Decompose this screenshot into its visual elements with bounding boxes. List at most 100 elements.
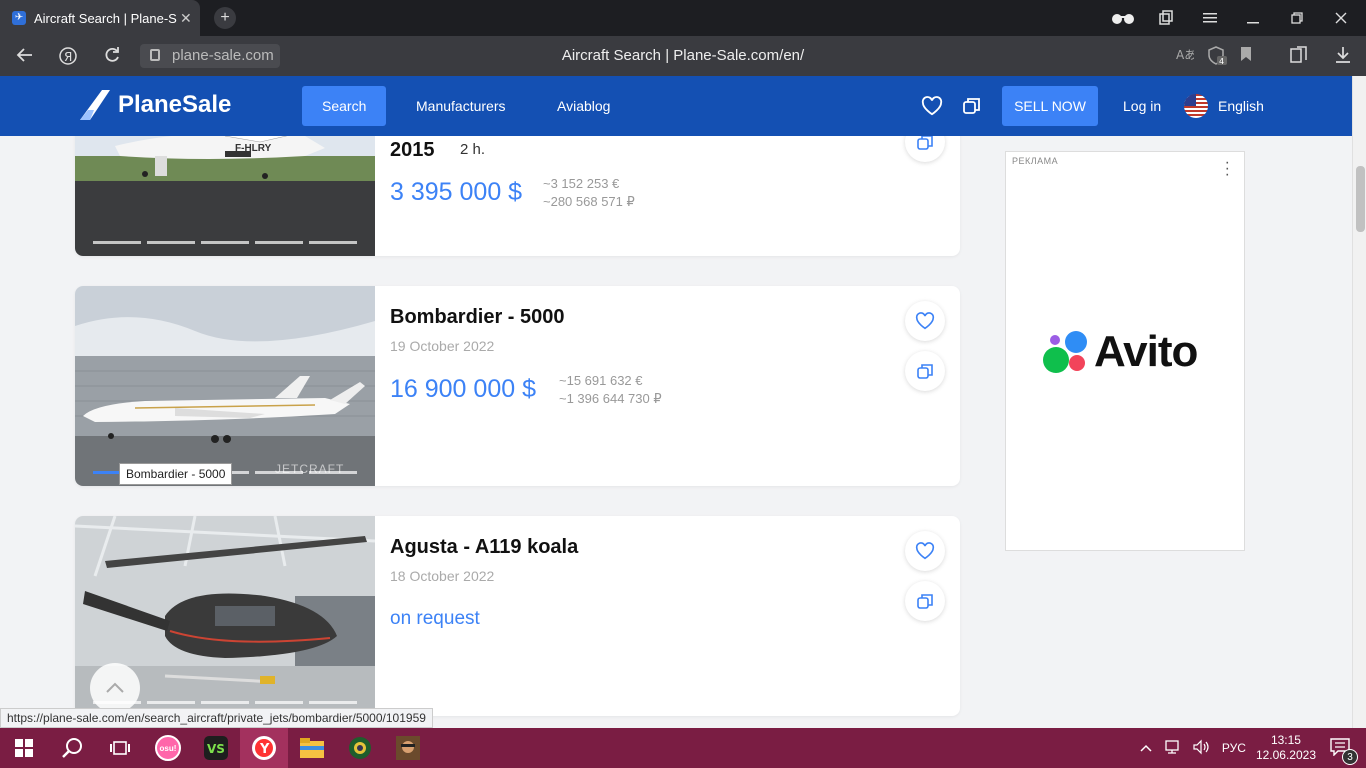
price-rub: ~280 568 571 ₽ xyxy=(543,194,635,209)
tray-chevron-up-icon[interactable] xyxy=(1140,741,1152,755)
listing-photo[interactable]: JETCRAFT xyxy=(75,286,375,486)
ad-label: РЕКЛАМА xyxy=(1012,156,1059,166)
price-eur: ~15 691 632 € xyxy=(559,373,643,388)
price-rub: ~1 396 644 730 ₽ xyxy=(559,391,662,406)
ad-menu-icon[interactable]: · · · xyxy=(1225,155,1230,183)
compare-button[interactable] xyxy=(905,581,945,621)
restore-icon[interactable] xyxy=(1291,0,1303,36)
clock-time: 13:15 xyxy=(1270,733,1301,747)
listing-title[interactable]: Agusta - A119 koala xyxy=(390,536,578,559)
listing-price: 16 900 000 $ xyxy=(390,375,536,403)
search-icon[interactable] xyxy=(48,728,96,768)
translate-icon[interactable]: Aあ xyxy=(1176,46,1196,67)
windows-start-icon[interactable] xyxy=(0,728,48,768)
task-view-icon[interactable] xyxy=(96,728,144,768)
browser-tabbar: ✈ Aircraft Search | Plane-S ✕ + xyxy=(0,0,1366,36)
compare-icon xyxy=(917,136,933,150)
nav-search[interactable]: Search xyxy=(302,86,387,126)
volume-icon[interactable] xyxy=(1192,739,1210,758)
browser-tab[interactable]: ✈ Aircraft Search | Plane-S ✕ xyxy=(0,0,200,36)
favorite-button[interactable] xyxy=(905,301,945,341)
svg-text:4: 4 xyxy=(1219,57,1224,66)
bookmark-icon[interactable] xyxy=(1240,46,1252,67)
nav-aviablog[interactable]: Aviablog xyxy=(537,86,630,126)
planesale-logo-icon xyxy=(80,90,110,120)
avito-logo: Avito xyxy=(1042,327,1198,377)
search-results: F-HLRY 2015 2 h. 3 395 000 $ ~3 152 253 … xyxy=(0,136,1352,728)
address-bar: Я plane-sale.com Aircraft Search | Plane… xyxy=(0,36,1366,76)
planesale-favicon-icon: ✈ xyxy=(12,11,26,25)
osu-label: osu! xyxy=(155,735,181,761)
listing-card[interactable]: Agusta - A119 koala 18 October 2022 on r… xyxy=(75,516,960,716)
listing-hours: 2 h. xyxy=(460,141,486,158)
taskbar: osu! VS Y РУС 13:15 12.06.2023 3 xyxy=(0,728,1366,768)
logo-text: PlaneSale xyxy=(118,91,232,118)
listing-body: Bombardier - 5000 19 October 2022 16 900… xyxy=(390,286,960,486)
close-window-icon[interactable] xyxy=(1335,0,1347,36)
scrollbar-thumb[interactable] xyxy=(1356,166,1365,232)
photo-pager[interactable] xyxy=(93,241,357,244)
listing-card[interactable]: F-HLRY 2015 2 h. 3 395 000 $ ~3 152 253 … xyxy=(75,136,960,256)
listing-title[interactable]: Bombardier - 5000 xyxy=(390,306,565,329)
listing-photo[interactable]: F-HLRY xyxy=(75,136,375,256)
listing-body: 2015 2 h. 3 395 000 $ ~3 152 253 € ~280 … xyxy=(390,136,960,256)
yandex-browser-taskbar-icon[interactable]: Y xyxy=(240,728,288,768)
listing-card[interactable]: JETCRAFT Bombardier - 5000 19 October 20… xyxy=(75,286,960,486)
login-link[interactable]: Log in xyxy=(1103,86,1181,126)
favorites-heart-icon[interactable] xyxy=(921,96,943,121)
chevron-up-icon xyxy=(106,682,124,693)
system-tray: РУС 13:15 12.06.2023 3 xyxy=(1140,728,1366,768)
game-app-icon[interactable] xyxy=(384,728,432,768)
scroll-to-top-button[interactable] xyxy=(90,663,140,713)
listing-date: 19 October 2022 xyxy=(390,338,495,354)
title-tooltip: Bombardier - 5000 xyxy=(119,463,233,485)
game-launcher-icon[interactable] xyxy=(336,728,384,768)
page-title: Aircraft Search | Plane-Sale.com/en/ xyxy=(561,47,805,64)
collections-icon[interactable] xyxy=(1158,0,1174,36)
menu-icon[interactable] xyxy=(1203,0,1217,36)
notification-count: 3 xyxy=(1342,748,1358,765)
input-language[interactable]: РУС xyxy=(1222,741,1246,755)
heart-icon xyxy=(915,312,935,330)
network-icon[interactable] xyxy=(1164,739,1182,758)
language-label: English xyxy=(1218,98,1264,114)
protect-shield-icon[interactable]: 4 xyxy=(1207,46,1227,71)
vk-app-icon[interactable]: VS xyxy=(192,728,240,768)
svg-text:Y: Y xyxy=(259,742,270,757)
tab-close-icon[interactable]: ✕ xyxy=(180,10,200,27)
listing-price-converted: ~15 691 632 € ~1 396 644 730 ₽ xyxy=(559,372,662,408)
page-scrollbar[interactable] xyxy=(1352,76,1366,728)
minimize-icon[interactable] xyxy=(1247,0,1259,36)
ad-banner[interactable]: РЕКЛАМА · · · Avito xyxy=(1005,151,1245,551)
clock[interactable]: 13:15 12.06.2023 xyxy=(1256,733,1316,763)
osu-app-icon[interactable]: osu! xyxy=(144,728,192,768)
new-tab-button[interactable]: + xyxy=(214,7,236,29)
avito-wordmark: Avito xyxy=(1094,327,1198,376)
compare-icon xyxy=(917,594,933,609)
language-selector[interactable]: English xyxy=(1184,94,1264,118)
tail-number: F-HLRY xyxy=(235,143,272,154)
listing-date: 18 October 2022 xyxy=(390,568,495,584)
status-bar-url: https://plane-sale.com/en/search_aircraf… xyxy=(0,708,433,728)
listing-year: 2015 xyxy=(390,139,435,161)
notifications-icon[interactable]: 3 xyxy=(1330,737,1358,765)
site-header: PlaneSale Search Manufacturers Aviablog … xyxy=(0,76,1352,136)
listing-price-converted: ~3 152 253 € ~280 568 571 ₽ xyxy=(543,175,635,211)
reader-glasses-icon[interactable] xyxy=(1110,0,1136,36)
avito-dots-icon xyxy=(1043,331,1087,373)
listing-price: 3 395 000 $ xyxy=(390,178,523,206)
us-flag-icon xyxy=(1184,94,1208,118)
price-eur: ~3 152 253 € xyxy=(543,176,620,191)
listing-body: Agusta - A119 koala 18 October 2022 on r… xyxy=(390,516,960,716)
bookmarks-panel-icon[interactable] xyxy=(1290,46,1308,69)
sell-now-button[interactable]: SELL NOW xyxy=(1002,86,1098,126)
compare-button[interactable] xyxy=(905,351,945,391)
heart-icon xyxy=(915,542,935,560)
favorite-button[interactable] xyxy=(905,531,945,571)
file-explorer-icon[interactable] xyxy=(288,728,336,768)
nav-manufacturers[interactable]: Manufacturers xyxy=(396,86,525,126)
compare-icon[interactable] xyxy=(962,96,982,121)
planesale-logo[interactable]: PlaneSale xyxy=(78,88,231,122)
downloads-icon[interactable] xyxy=(1335,46,1351,69)
svg-text:VS: VS xyxy=(207,742,225,756)
